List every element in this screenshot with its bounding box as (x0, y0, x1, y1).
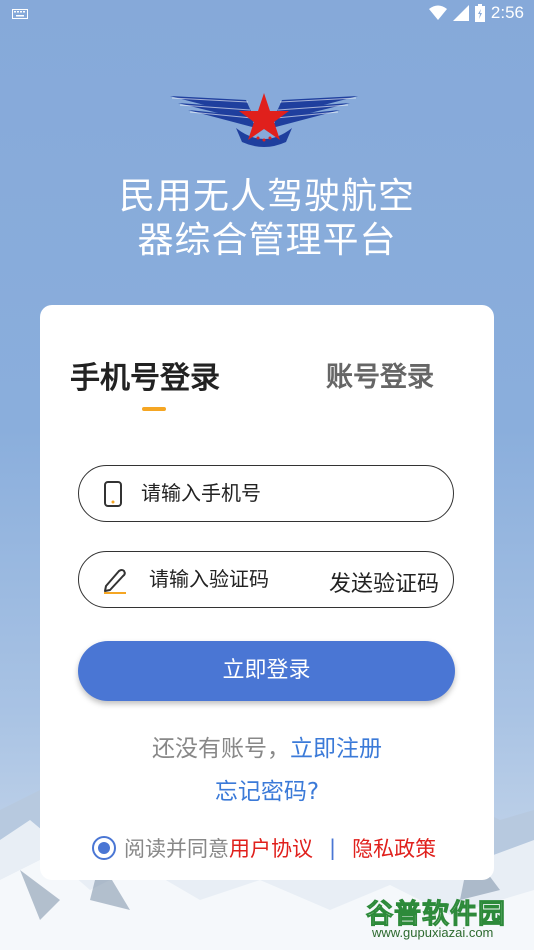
agreement-prefix: 阅读并同意 (124, 837, 229, 861)
watermark: 谷普软件园 www.gupuxiazai.com (366, 892, 526, 944)
battery-icon (474, 4, 485, 22)
phone-icon (104, 481, 122, 507)
register-prompt: 还没有账号， (152, 736, 290, 762)
tab-phone-login[interactable]: 手机号登录 (70, 353, 220, 397)
user-agreement-link[interactable]: 用户协议 (229, 833, 313, 863)
privacy-policy-link[interactable]: 隐私政策 (352, 833, 436, 863)
watermark-url: www.gupuxiazai.com (372, 925, 494, 940)
radio-checked-dot (98, 842, 110, 854)
agreement-separator: | (329, 836, 337, 860)
app-title-line1: 民用无人驾驶航空 (118, 176, 415, 217)
wifi-icon (428, 5, 447, 20)
forgot-password-link[interactable]: 忘记密码? (40, 772, 494, 806)
register-line: 还没有账号，立即注册 (40, 729, 494, 763)
login-card: 手机号登录 账号登录 发送验证码 立即登录 还没有账号，立即注册 忘记密码? (40, 305, 494, 880)
active-tab-indicator (142, 407, 166, 411)
keyboard-icon (12, 9, 28, 19)
agreement-radio[interactable] (92, 836, 116, 860)
phone-input[interactable] (141, 466, 391, 520)
aviation-logo-icon (170, 93, 358, 147)
tab-account-login[interactable]: 账号登录 (326, 355, 434, 394)
login-button[interactable]: 立即登录 (78, 641, 455, 701)
phone-field[interactable] (78, 465, 454, 522)
app-title: 民用无人驾驶航空 器综合管理平台 (0, 175, 534, 263)
status-bar: 2:56 (0, 0, 534, 28)
status-time: 2:56 (490, 3, 524, 22)
agreement-row: 阅读并同意 用户协议 | 隐私政策 (92, 833, 436, 863)
login-screen: 2:56 民用无人驾驶航空 器综合管理平台 手机号登录 账号登录 请输入手机号 … (0, 0, 534, 950)
verification-code-input[interactable] (149, 552, 299, 606)
send-code-button[interactable]: 发送验证码 (329, 566, 439, 598)
app-title-line2: 器综合管理平台 (137, 220, 397, 261)
signal-icon (452, 5, 469, 21)
code-field[interactable]: 发送验证码 (78, 551, 454, 608)
register-link[interactable]: 立即注册 (290, 736, 382, 762)
pencil-icon (104, 569, 126, 594)
